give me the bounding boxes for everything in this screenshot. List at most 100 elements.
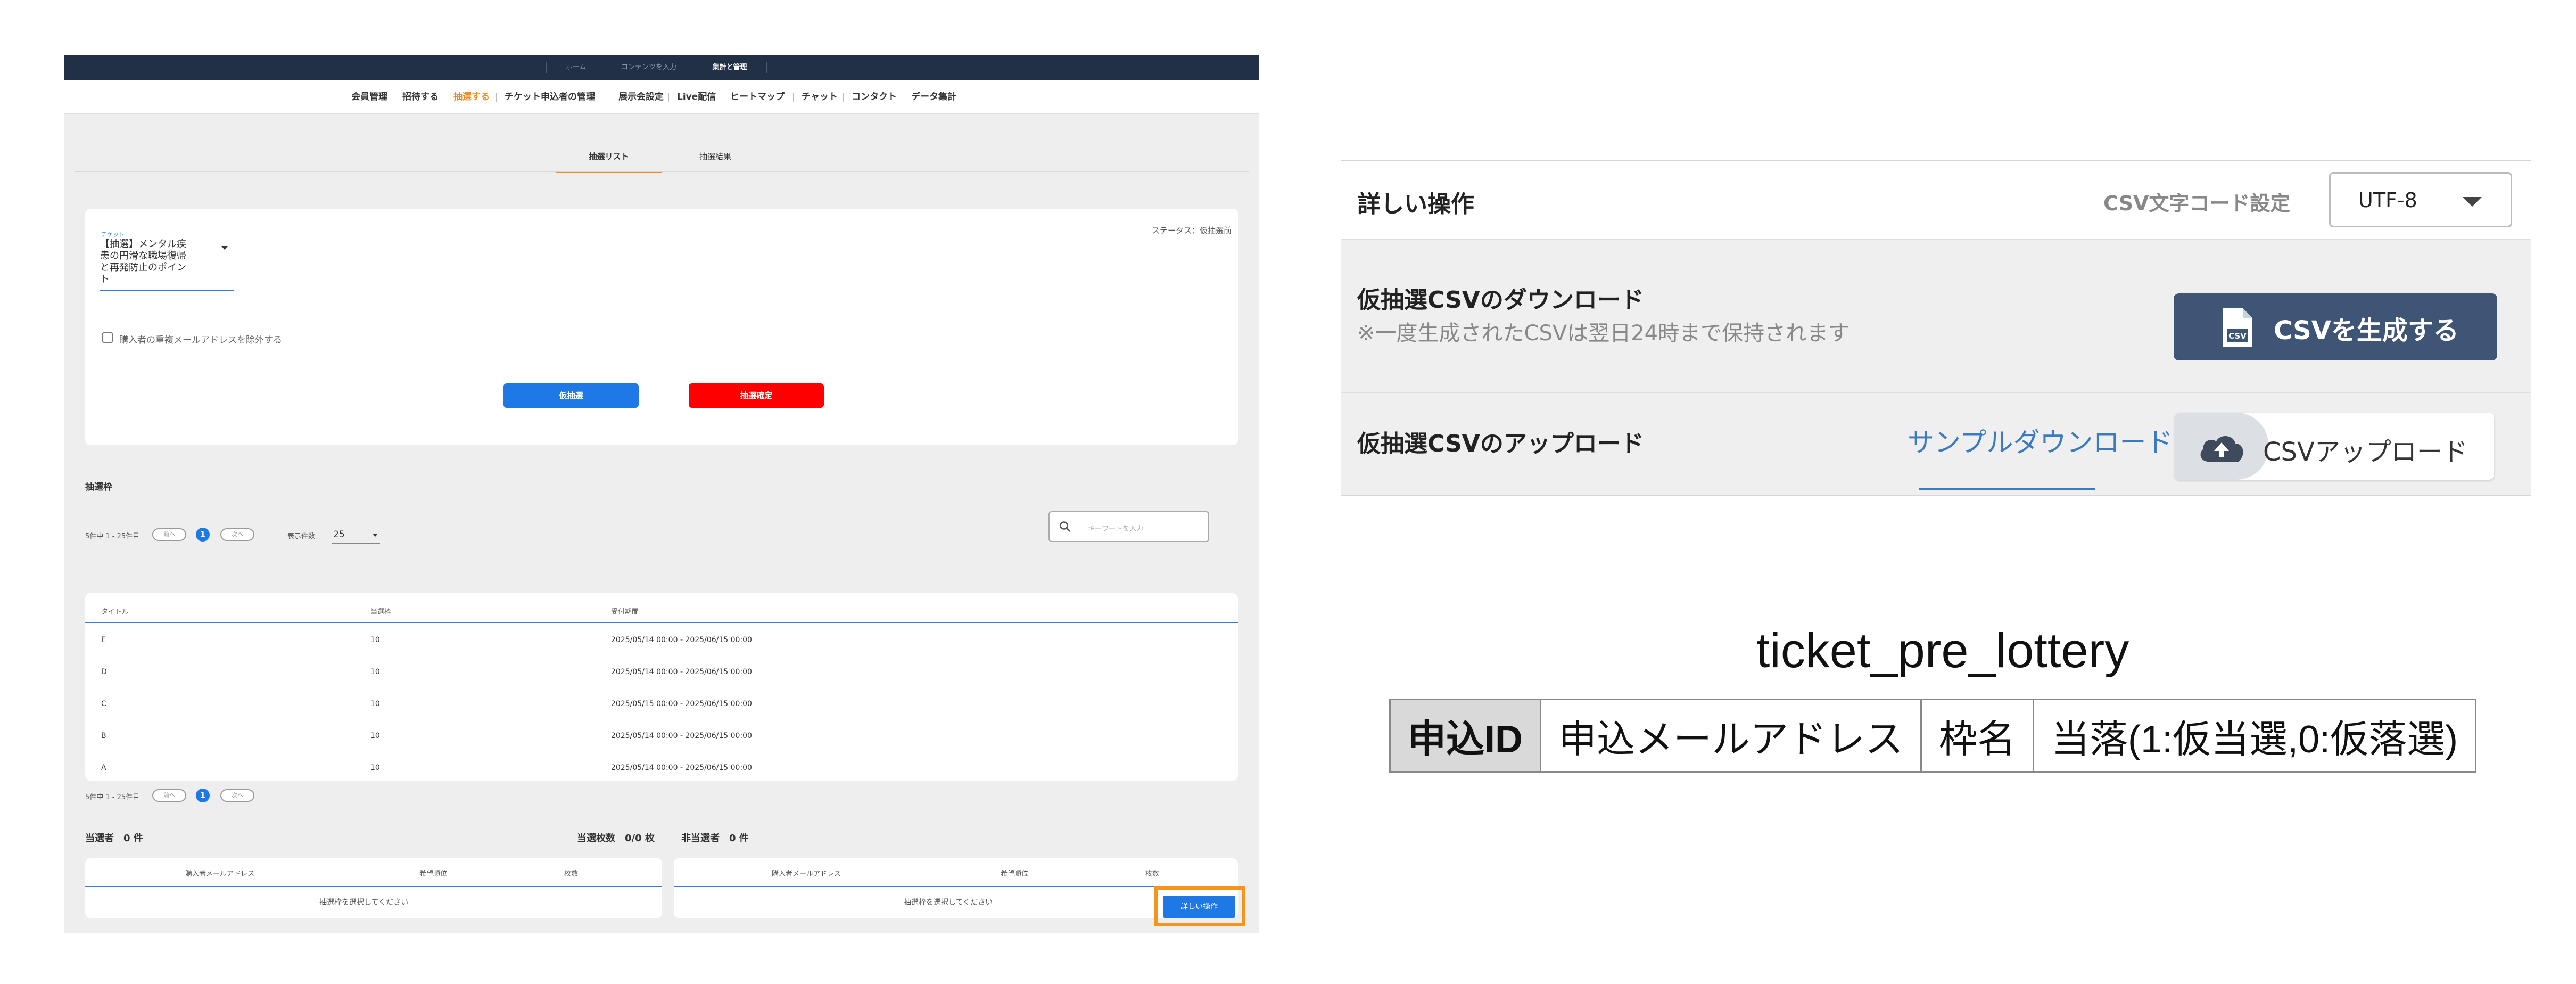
chevron-down-icon xyxy=(2463,197,2482,207)
lottery-filter-card: チケット 【抽選】メンタル疾 患の円滑な職場復帰 と再発防止のポイン ト ステー… xyxy=(85,209,1238,445)
cell-period: 2025/05/14 00:00 - 2025/06/15 00:00 xyxy=(611,732,752,740)
winners-table: 購入者メールアドレス 希望順位 枚数 抽選枠を選択してください xyxy=(85,858,662,918)
non-winners-count: 非当選者 0 件 xyxy=(681,833,749,844)
db-column-application-email: 申込メールアドレス xyxy=(1540,699,1922,773)
sample-link-underline xyxy=(1919,488,2095,490)
nav-separator xyxy=(496,93,497,102)
per-page-underline xyxy=(332,543,380,544)
nav-separator xyxy=(668,93,669,102)
per-page-value: 25 xyxy=(333,529,345,540)
lottery-status: ステータス：仮抽選前 xyxy=(1152,226,1232,235)
ticket-select-underline xyxy=(100,290,234,291)
exclude-duplicate-label: 購入者の重複メールアドレスを除外する xyxy=(119,335,282,346)
cell-title: A xyxy=(101,764,106,772)
pagination-summary-bottom: 5件中 1 - 25件目 xyxy=(85,793,140,801)
csv-encoding-label: CSV文字コード設定 xyxy=(2103,192,2291,215)
confirm-lottery-button[interactable]: 抽選確定 xyxy=(689,383,824,408)
page-number-current-bottom[interactable]: 1 xyxy=(196,789,210,802)
cell-quota: 10 xyxy=(370,764,380,772)
prev-page-button[interactable]: 前へ xyxy=(152,528,186,541)
db-schema-table: 申込ID 申込メールアドレス 枠名 当落(1:仮当選,0:仮落選) xyxy=(1389,699,2477,773)
lottery-slots-title: 抽選枠 xyxy=(85,482,112,493)
cell-title: E xyxy=(101,636,106,644)
upload-title: 仮抽選CSVのアップロード xyxy=(1357,430,1644,457)
chevron-down-icon xyxy=(373,534,378,537)
lottery-slots-table: タイトル 当選枠 受付期間 E 10 2025/05/14 00:00 - 20… xyxy=(85,593,1238,781)
winning-tickets-count: 当選枚数 0/0 枚 xyxy=(577,833,655,844)
mainnav-heatmap[interactable]: ヒートマップ xyxy=(730,80,785,114)
page-number-current[interactable]: 1 xyxy=(196,528,210,542)
detail-panel-title: 詳しい操作 xyxy=(1357,191,1474,218)
mainnav-members[interactable]: 会員管理 xyxy=(351,80,387,114)
cell-period: 2025/05/14 00:00 - 2025/06/15 00:00 xyxy=(611,668,752,676)
cell-period: 2025/05/14 00:00 - 2025/06/15 00:00 xyxy=(611,764,752,772)
ticket-select-label: チケット xyxy=(101,231,125,238)
next-page-button-bottom[interactable]: 次へ xyxy=(220,789,254,802)
tab-lottery-list[interactable]: 抽選リスト xyxy=(556,141,662,173)
db-column-slot-name: 枠名 xyxy=(1920,699,2035,773)
topnav-home[interactable]: ホーム xyxy=(549,55,602,80)
sample-download-link[interactable]: サンプルダウンロード xyxy=(1908,421,2173,460)
ticket-select-line: 【抽選】メンタル疾 xyxy=(100,239,186,250)
tab-divider xyxy=(75,171,1249,172)
cloud-upload-icon xyxy=(2200,436,2243,462)
csv-download-row: 仮抽選CSVのダウンロード ※一度生成されたCSVは翌日24時まで保持されます … xyxy=(1341,240,2531,393)
topnav-aggregate-manage[interactable]: 集計と管理 xyxy=(695,55,764,80)
per-page-label: 表示件数 xyxy=(287,532,316,540)
winners-count: 当選者 0 件 xyxy=(85,833,143,844)
db-schema-row: 申込ID 申込メールアドレス 枠名 当落(1:仮当選,0:仮落選) xyxy=(1389,699,2477,773)
mainnav-invite[interactable]: 招待する xyxy=(402,80,439,114)
cell-title: C xyxy=(101,700,106,708)
detail-operations-button[interactable]: 詳しい操作 xyxy=(1163,896,1235,918)
table-header-divider xyxy=(85,886,662,887)
mainnav-ticket-applicants[interactable]: チケット申込者の管理 xyxy=(505,80,595,114)
mainnav-lottery[interactable]: 抽選する xyxy=(453,80,490,114)
table-header-divider xyxy=(85,622,1238,623)
tab-lottery-results[interactable]: 抽選結果 xyxy=(662,141,769,173)
mainnav-data-aggregate[interactable]: データ集計 xyxy=(911,80,956,114)
detail-panel-header: 詳しい操作 CSV文字コード設定 UTF-8 xyxy=(1341,161,2531,240)
top-navigation-bar: ホーム コンテンツを入力 集計と管理 xyxy=(64,55,1259,80)
column-header-period: 受付期間 xyxy=(611,608,639,616)
main-navigation: 会員管理 招待する 抽選する チケット申込者の管理 展示会設定 Live配信 ヒ… xyxy=(64,80,1259,114)
cell-period: 2025/05/15 00:00 - 2025/06/15 00:00 xyxy=(611,700,752,708)
db-column-application-id: 申込ID xyxy=(1389,699,1542,773)
empty-state-message: 抽選枠を選択してください xyxy=(904,898,993,907)
nav-separator xyxy=(766,62,767,73)
chevron-down-icon xyxy=(221,246,228,250)
cell-period: 2025/05/14 00:00 - 2025/06/15 00:00 xyxy=(611,636,752,644)
generate-csv-button[interactable]: CSV CSVを生成する xyxy=(2174,293,2497,360)
table-header-divider xyxy=(674,886,1238,887)
column-header-email: 購入者メールアドレス xyxy=(185,870,255,878)
keyword-search-box[interactable]: キーワードを入力 xyxy=(1048,511,1209,542)
csv-upload-button[interactable]: CSVアップロード xyxy=(2175,413,2494,480)
column-header-email: 購入者メールアドレス xyxy=(772,870,841,878)
ticket-select-line: ト xyxy=(100,274,110,285)
ticket-select-line: 患の円滑な職場復帰 xyxy=(100,250,186,261)
csv-encoding-select[interactable]: UTF-8 xyxy=(2329,172,2512,227)
db-column-result-flag: 当落(1:仮当選,0:仮落選) xyxy=(2033,699,2477,773)
non-winners-table: 購入者メールアドレス 希望順位 枚数 抽選枠を選択してください xyxy=(674,858,1238,918)
mainnav-live[interactable]: Live配信 xyxy=(677,80,716,114)
nav-separator xyxy=(546,62,547,73)
pre-lottery-button[interactable]: 仮抽選 xyxy=(503,383,639,408)
column-header-count: 枚数 xyxy=(564,870,579,878)
cell-quota: 10 xyxy=(370,668,380,676)
generate-csv-label: CSVを生成する xyxy=(2274,316,2459,346)
column-header-rank: 希望順位 xyxy=(1001,870,1029,878)
mainnav-contact[interactable]: コンタクト xyxy=(852,80,897,114)
cell-title: D xyxy=(101,668,107,676)
csv-file-icon: CSV xyxy=(2223,308,2252,347)
csv-upload-row: 仮抽選CSVのアップロード サンプルダウンロード CSVアップロード xyxy=(1341,393,2531,495)
mainnav-chat[interactable]: チャット xyxy=(802,80,838,114)
prev-page-button-bottom[interactable]: 前へ xyxy=(152,789,186,802)
csv-upload-label: CSVアップロード xyxy=(2263,437,2468,467)
db-table-name: ticket_pre_lottery xyxy=(1756,624,2129,678)
next-page-button[interactable]: 次へ xyxy=(220,528,254,541)
search-icon xyxy=(1060,521,1070,532)
cell-quota: 10 xyxy=(370,700,380,708)
topnav-content-input[interactable]: コンテンツを入力 xyxy=(609,55,689,80)
exclude-duplicate-checkbox[interactable] xyxy=(102,332,113,343)
mainnav-exhibition-settings[interactable]: 展示会設定 xyxy=(618,80,664,114)
csv-encoding-value: UTF-8 xyxy=(2358,188,2417,212)
